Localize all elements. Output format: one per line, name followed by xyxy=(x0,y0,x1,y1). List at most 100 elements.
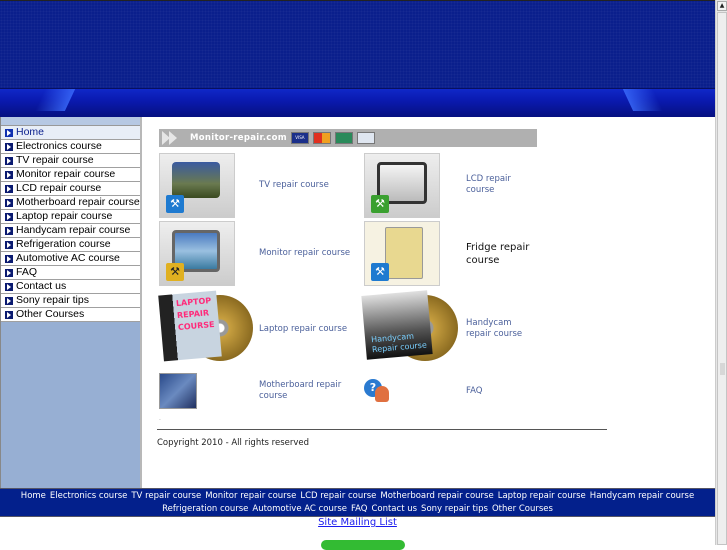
arrow-bullet-icon xyxy=(5,128,13,137)
footer-link-sony-repair-tips[interactable]: Sony repair tips xyxy=(421,504,488,514)
sidebar-item-contact-us[interactable]: Contact us xyxy=(1,280,140,294)
course-link-laptop[interactable]: Laptop repair course xyxy=(259,324,347,335)
sidebar-item-electronics-course[interactable]: Electronics course xyxy=(1,140,140,154)
site-name: Monitor-repair.com xyxy=(190,133,287,143)
sidebar-item-lcd-repair-course[interactable]: LCD repair course xyxy=(1,182,140,196)
handycam-cd-image[interactable]: Handycam Repair course xyxy=(361,290,462,363)
scroll-up-arrow-icon[interactable]: ▲ xyxy=(717,1,727,11)
course-item: ⚒ xyxy=(159,221,235,286)
sidebar-item-laptop-repair-course[interactable]: Laptop repair course xyxy=(1,210,140,224)
motherboard-image[interactable] xyxy=(159,373,197,409)
subscribe-button[interactable] xyxy=(321,540,405,550)
sidebar-item-label: Sony repair tips xyxy=(16,294,89,306)
header-band xyxy=(0,88,715,117)
vertical-scrollbar[interactable]: ▲ xyxy=(715,0,727,545)
tools-icon: ⚒ xyxy=(371,195,389,213)
lcd-image[interactable]: ⚒ xyxy=(364,153,440,218)
arrow-bullet-icon xyxy=(5,296,13,305)
footer-nav-row: Refrigeration course Automotive AC course… xyxy=(0,503,715,516)
sidebar-item-motherboard-repair-course[interactable]: Motherboard repair course xyxy=(1,196,140,210)
page: Home Electronics course TV repair course Mo… xyxy=(0,0,715,550)
footer-link-electronics-course[interactable]: Electronics course xyxy=(50,491,127,501)
sidebar-item-label: Home xyxy=(16,126,45,138)
sidebar-item-label: Refrigeration course xyxy=(16,238,111,250)
arrow-bullet-icon xyxy=(5,184,13,193)
sidebar-item-label: LCD repair course xyxy=(16,182,102,194)
arrow-bullet-icon xyxy=(5,198,13,207)
course-item: ⚒ xyxy=(364,153,440,218)
sidebar-item-monitor-repair-course[interactable]: Monitor repair course xyxy=(1,168,140,182)
grip-icon xyxy=(720,363,725,375)
sidebar-top-strip xyxy=(1,117,140,126)
course-link-handycam[interactable]: Handycam repair course xyxy=(466,318,536,340)
course-item: LAPTOP REPAIR COURSE xyxy=(158,290,257,363)
tools-icon: ⚒ xyxy=(166,263,184,281)
arrow-bullet-icon xyxy=(5,142,13,151)
laptop-cd-image[interactable]: LAPTOP REPAIR COURSE xyxy=(158,290,257,363)
footer-link-motherboard-repair-course[interactable]: Motherboard repair course xyxy=(380,491,493,501)
mastercard-icon xyxy=(312,132,331,144)
sidebar-item-tv-repair-course[interactable]: TV repair course xyxy=(1,154,140,168)
band-highlight xyxy=(622,89,664,111)
course-item: ⚒ xyxy=(364,221,440,286)
sidebar-item-label: Motherboard repair course xyxy=(16,196,140,208)
tv-screen xyxy=(172,162,220,198)
sidebar: Home Electronics course TV repair course Mo… xyxy=(0,117,142,488)
sidebar-item-label: Automotive AC course xyxy=(16,252,120,264)
main-content: Monitor-repair.com VISA ⚒ TV repair cour… xyxy=(142,117,715,488)
tools-icon: ⚒ xyxy=(166,195,184,213)
sidebar-item-faq[interactable]: FAQ xyxy=(1,266,140,280)
mailing-list-area: Site Mailing List xyxy=(0,517,715,528)
faq-question-icon[interactable]: ? xyxy=(364,379,390,403)
sidebar-item-label: Handycam repair course xyxy=(16,224,131,236)
sidebar-item-sony-repair-tips[interactable]: Sony repair tips xyxy=(1,294,140,308)
course-link-motherboard[interactable]: Motherboard repair course xyxy=(259,380,349,402)
arrow-bullet-icon xyxy=(5,156,13,165)
sidebar-item-refrigeration-course[interactable]: Refrigeration course xyxy=(1,238,140,252)
fridge-image[interactable]: ⚒ xyxy=(364,221,440,286)
footer-link-laptop-repair-course[interactable]: Laptop repair course xyxy=(498,491,586,501)
footer-link-home[interactable]: Home xyxy=(21,491,46,501)
course-link-monitor[interactable]: Monitor repair course xyxy=(259,248,350,259)
arrow-bullet-icon xyxy=(5,268,13,277)
footer-link-faq[interactable]: FAQ xyxy=(351,504,367,514)
footer-link-lcd-repair-course[interactable]: LCD repair course xyxy=(300,491,376,501)
course-link-lcd[interactable]: LCD repair course xyxy=(466,174,526,196)
course-link-fridge[interactable]: Fridge repair course xyxy=(466,241,536,267)
footer-nav-row: Home Electronics course TV repair course Mo… xyxy=(0,490,715,503)
footer-link-other-courses[interactable]: Other Courses xyxy=(492,504,553,514)
footer-nav: Home Electronics course TV repair course Mo… xyxy=(0,488,715,517)
site-mailing-list-link[interactable]: Site Mailing List xyxy=(318,517,397,528)
arrow-bullet-icon xyxy=(5,240,13,249)
cd-box: Handycam Repair course xyxy=(361,290,433,360)
footer-link-automotive-ac-course[interactable]: Automotive AC course xyxy=(252,504,347,514)
footer-link-monitor-repair-course[interactable]: Monitor repair course xyxy=(205,491,296,501)
footer-link-contact-us[interactable]: Contact us xyxy=(371,504,417,514)
scrollbar-thumb[interactable] xyxy=(717,12,727,545)
arrow-bullet-icon xyxy=(5,226,13,235)
sidebar-item-home[interactable]: Home xyxy=(1,126,140,140)
monitor-image[interactable]: ⚒ xyxy=(159,221,235,286)
sidebar-item-label: Other Courses xyxy=(16,308,85,320)
sidebar-item-label: Monitor repair course xyxy=(16,168,116,180)
sidebar-item-automotive-ac-course[interactable]: Automotive AC course xyxy=(1,252,140,266)
tv-image[interactable]: ⚒ xyxy=(159,153,235,218)
visa-card-icon: VISA xyxy=(290,132,309,144)
arrow-bullet-icon xyxy=(5,212,13,221)
footer-link-refrigeration-course[interactable]: Refrigeration course xyxy=(162,504,248,514)
course-item: Handycam Repair course xyxy=(361,290,462,363)
sidebar-item-label: FAQ xyxy=(16,266,38,278)
sidebar-item-handycam-repair-course[interactable]: Handycam repair course xyxy=(1,224,140,238)
divider xyxy=(157,429,607,430)
sidebar-item-label: Contact us xyxy=(16,280,67,292)
course-link-tv[interactable]: TV repair course xyxy=(259,180,329,191)
separator-dot: . xyxy=(159,415,161,422)
amex-card-icon xyxy=(334,132,353,144)
sidebar-item-other-courses[interactable]: Other Courses xyxy=(1,308,140,322)
course-item: ⚒ xyxy=(159,153,235,218)
diners-card-icon xyxy=(356,132,375,144)
course-link-faq[interactable]: FAQ xyxy=(466,386,482,397)
footer-link-tv-repair-course[interactable]: TV repair course xyxy=(131,491,201,501)
footer-link-handycam-repair-course[interactable]: Handycam repair course xyxy=(590,491,694,501)
sidebar-item-label: TV repair course xyxy=(16,154,94,166)
